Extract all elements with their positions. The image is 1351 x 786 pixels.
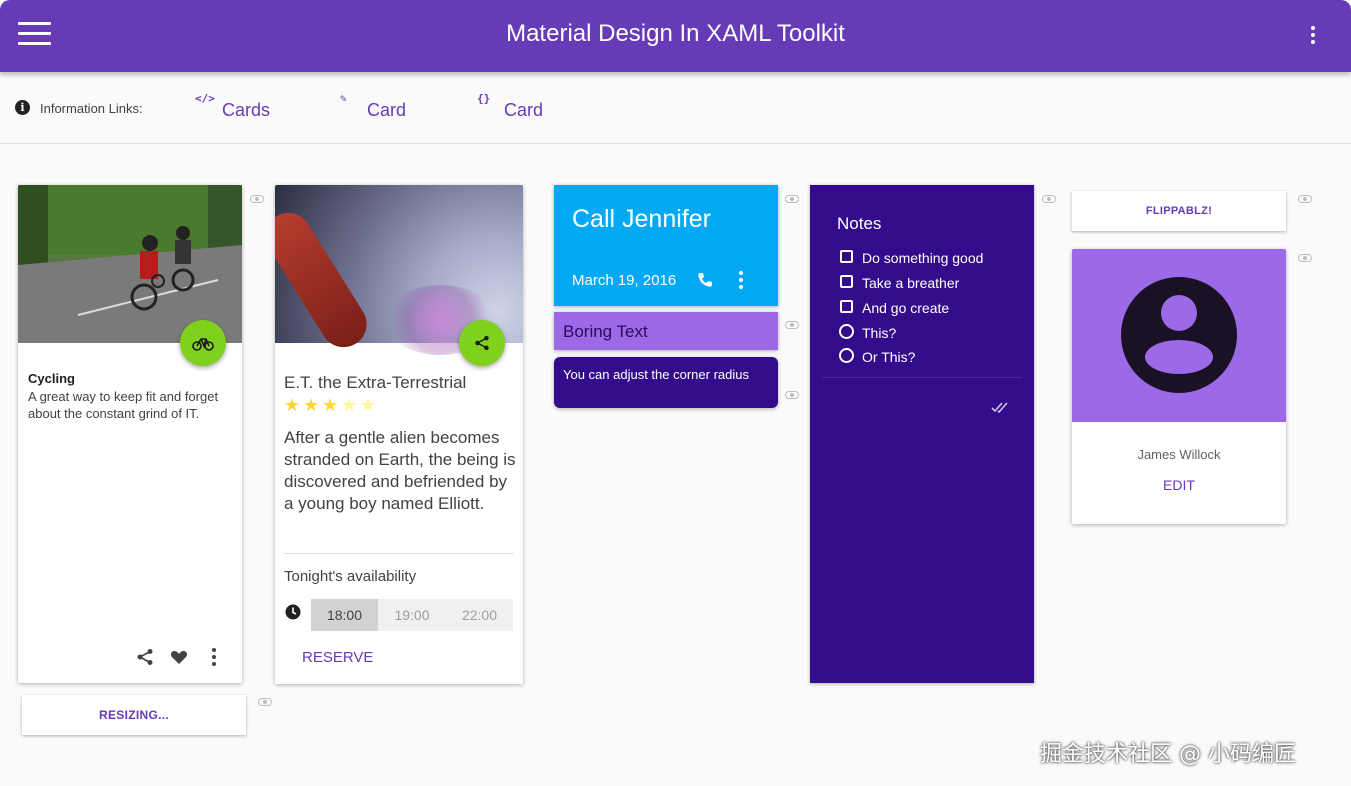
boring-text-card: Boring Text — [554, 312, 778, 350]
information-links-label: Information Links: — [40, 101, 143, 116]
rating-star[interactable]: ★ — [284, 395, 300, 416]
movie-title: E.T. the Extra-Terrestrial — [284, 373, 467, 392]
link-text: Card — [367, 100, 407, 120]
braces-icon: {} — [477, 92, 491, 105]
code-icon: </> — [195, 92, 215, 105]
boring-text: Boring Text — [563, 322, 648, 341]
information-links-bar: i Information Links: </> Cards ✎ Card {}… — [0, 72, 1351, 144]
cycling-description: A great way to keep fit and forget about… — [28, 389, 219, 421]
layout-handle[interactable] — [785, 391, 799, 399]
time-option-2200[interactable]: 22:00 — [446, 599, 513, 631]
star-rating[interactable]: ★ ★ ★ ★ ★ — [284, 395, 384, 416]
corner-radius-card: You can adjust the corner radius — [554, 357, 778, 408]
layout-handle[interactable] — [1298, 254, 1312, 262]
checkbox-1[interactable] — [840, 250, 853, 263]
profile-header — [1072, 249, 1286, 422]
share-icon — [475, 335, 489, 351]
notes-card: Notes Do something good Take a breather … — [810, 185, 1034, 683]
checkbox-2[interactable] — [840, 275, 853, 288]
pencil-icon: ✎ — [340, 92, 347, 105]
phone-icon[interactable] — [697, 272, 713, 288]
more-vert-icon[interactable] — [1303, 24, 1323, 46]
check-label-3: And go create — [862, 300, 950, 316]
movie-image — [275, 185, 523, 356]
layout-handle[interactable] — [1298, 195, 1312, 203]
availability-label: Tonight's availability — [284, 568, 417, 585]
layout-handle[interactable] — [250, 195, 264, 203]
rating-star[interactable]: ★ — [341, 395, 357, 416]
more-vert-icon[interactable] — [737, 270, 745, 290]
layout-handle[interactable] — [258, 698, 272, 706]
notes-title: Notes — [837, 214, 882, 233]
time-option-1900[interactable]: 19:00 — [378, 599, 446, 631]
edit-button[interactable]: EDIT — [1072, 477, 1286, 493]
share-icon[interactable] — [136, 648, 154, 666]
watermark: 掘金技术社区 @ 小码编匠 — [1040, 742, 1296, 767]
done-all-icon[interactable] — [991, 400, 1011, 414]
movie-description: After a gentle alien becomes stranded on… — [284, 428, 516, 513]
flippablz-button[interactable]: FLIPPABLZ! — [1072, 191, 1286, 231]
heart-icon[interactable] — [170, 648, 188, 666]
info-icon: i — [15, 100, 30, 115]
clock-icon — [285, 604, 301, 620]
link-text: Card — [504, 100, 544, 120]
cycling-fab-button[interactable] — [180, 320, 226, 366]
profile-card: James Willock EDIT — [1072, 249, 1286, 524]
rating-star[interactable]: ★ — [322, 395, 338, 416]
profile-name: James Willock — [1137, 447, 1221, 462]
radio-label-2: Or This? — [862, 349, 916, 365]
layout-handle[interactable] — [785, 321, 799, 329]
link-text: Cards — [222, 100, 271, 120]
account-circle-icon — [1121, 277, 1237, 393]
cycling-image — [18, 185, 242, 343]
bike-icon — [192, 338, 214, 351]
cycling-title: Cycling — [28, 371, 75, 386]
app-title: Material Design In XAML Toolkit — [506, 20, 845, 47]
call-title: Call Jennifer — [572, 205, 711, 233]
rating-star[interactable]: ★ — [303, 395, 319, 416]
checkbox-3[interactable] — [840, 300, 853, 313]
resizing-button[interactable]: RESIZING... — [22, 695, 246, 735]
call-date: March 19, 2016 — [572, 272, 677, 289]
time-option-1800[interactable]: 18:00 — [311, 599, 378, 631]
corner-radius-text: You can adjust the corner radius — [563, 367, 749, 382]
cyclists-illustration — [18, 185, 242, 343]
check-label-2: Take a breather — [862, 275, 960, 291]
layout-handle[interactable] — [785, 195, 799, 203]
reserve-button[interactable]: RESERVE — [302, 649, 373, 666]
rating-star[interactable]: ★ — [360, 395, 376, 416]
movie-share-fab-button[interactable] — [459, 320, 505, 366]
time-toggle-group: 18:00 19:00 22:00 — [311, 599, 513, 631]
layout-handle[interactable] — [1042, 195, 1056, 203]
divider — [822, 377, 1022, 378]
radio-label-1: This? — [862, 325, 897, 341]
radio-1[interactable] — [839, 324, 854, 339]
radio-2[interactable] — [839, 348, 854, 363]
call-card: Call Jennifer March 19, 2016 — [554, 185, 778, 306]
app-bar: Material Design In XAML Toolkit — [0, 0, 1351, 72]
movie-card: E.T. the Extra-Terrestrial ★ ★ ★ ★ ★ After a… — [275, 185, 523, 684]
more-vert-icon[interactable] — [210, 647, 218, 667]
cycling-card: Cycling A great way to keep fit and forg… — [18, 185, 242, 683]
check-label-1: Do something good — [862, 250, 984, 266]
divider — [284, 553, 514, 554]
